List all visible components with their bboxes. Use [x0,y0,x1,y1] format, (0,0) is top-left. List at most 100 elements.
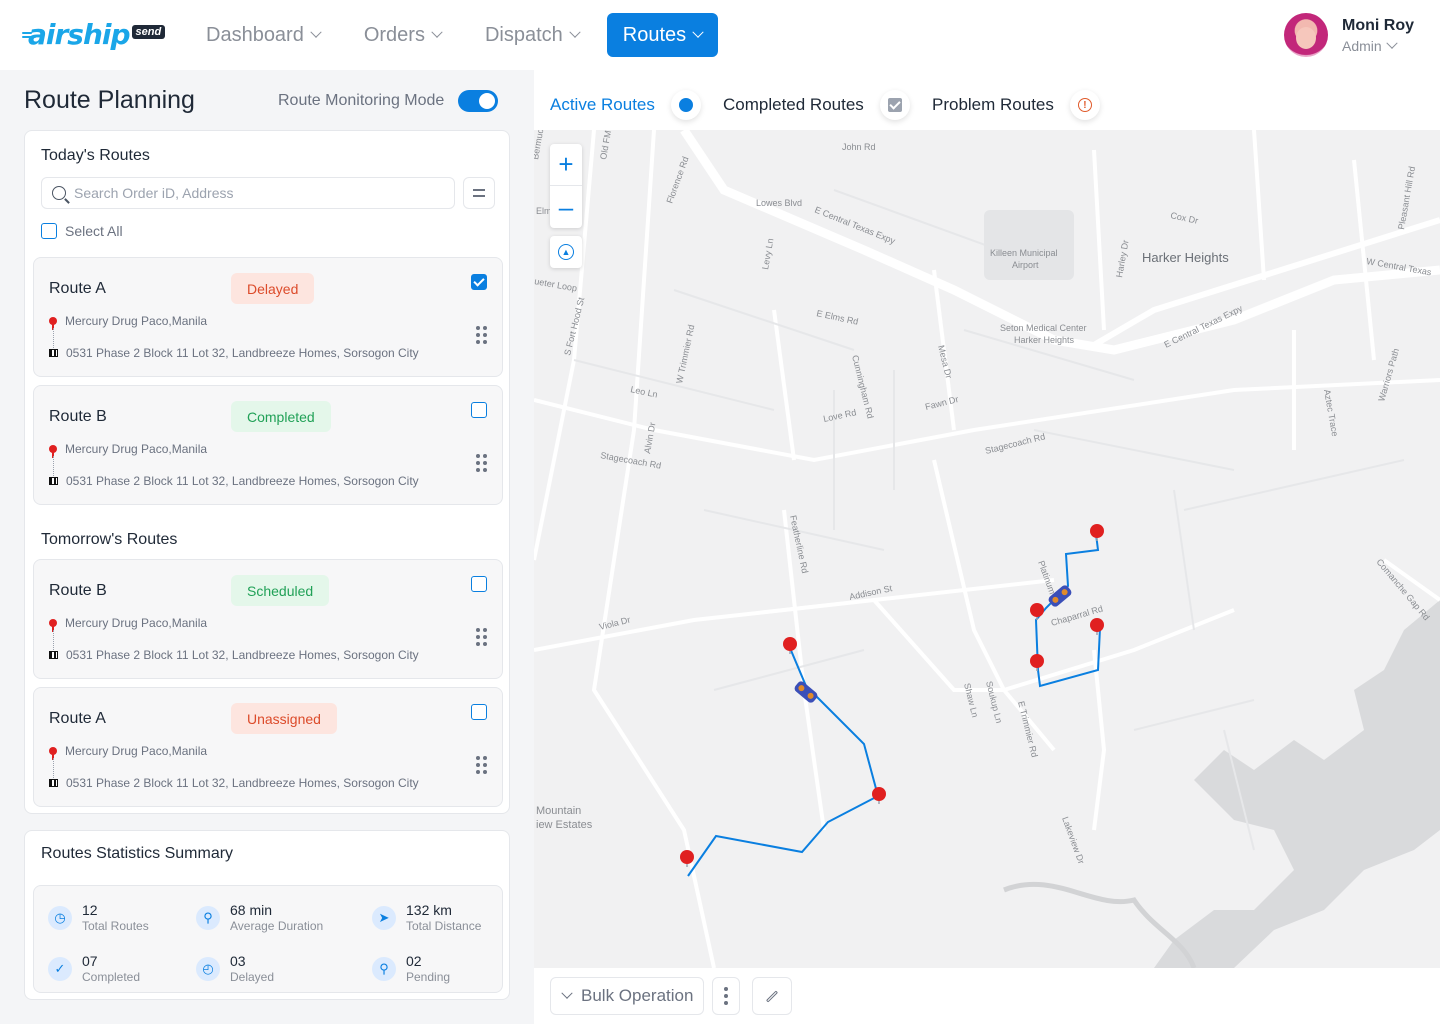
delay-clock-icon: ◴ [196,956,220,981]
stat-value: 07 [82,953,98,969]
select-all[interactable]: Select All [41,223,123,239]
pin-icon [49,619,57,632]
place-label: Harker Heights [1014,335,1075,345]
top-navbar: airship send Dashboard Orders Dispatch R… [0,0,1440,70]
tab-label: Problem Routes [932,95,1054,114]
edit-button[interactable] [752,977,792,1015]
drag-handle-icon[interactable] [476,628,487,646]
place-label: Airport [1012,260,1039,270]
route-monitoring-mode: Route Monitoring Mode [278,90,499,112]
select-all-checkbox[interactable] [41,223,57,239]
chevron-down-icon [569,26,581,38]
tab-active-routes[interactable]: Active Routes [550,90,701,120]
street-label: Leo Ln [630,384,659,400]
stat-delayed: ◴ 03 Delayed [196,953,274,984]
place-label: Mountain [536,805,581,817]
dropoff-text: 0531 Phase 2 Block 11 Lot 32, Landbreeze… [66,776,419,790]
todays-routes-title: Today's Routes [41,147,150,164]
chevron-down-icon [561,987,573,999]
status-badge: Scheduled [231,575,330,606]
stats-title: Routes Statistics Summary [41,845,234,862]
pin-marker-icon [1090,618,1104,635]
street-label: E Central Texas Expy [813,205,897,247]
nav-dashboard-label: Dashboard [206,23,304,46]
route-card[interactable]: Route B Scheduled Mercury Drug Paco,Mani… [33,559,503,679]
street-label: Pleasant Hill Rd [1396,166,1417,231]
stat-value: 68 min [230,902,273,918]
dropoff-text: 0531 Phase 2 Block 11 Lot 32, Landbreeze… [66,474,419,488]
select-all-label: Select All [65,223,123,239]
user-menu[interactable]: Moni Roy Admin [1284,13,1414,57]
filter-button[interactable] [463,177,495,209]
main-nav: Dashboard Orders Dispatch Routes [190,13,719,57]
route-checkbox[interactable] [471,274,487,290]
street-label: John Rd [842,142,876,152]
route-path-a [687,647,880,877]
zoom-controls: + – [550,144,582,228]
warning-icon: ! [1069,90,1100,120]
navigation-arrow-icon: ➤ [372,905,396,930]
airship-logo[interactable]: airship send [22,18,166,51]
more-options-button[interactable] [712,977,740,1015]
drag-handle-icon[interactable] [476,756,487,774]
pickup-location: Mercury Drug Paco,Manila [49,442,207,458]
stat-value: 12 [82,902,98,918]
logo-speed-lines [22,32,36,40]
route-checkbox[interactable] [471,576,487,592]
dropoff-text: 0531 Phase 2 Block 11 Lot 32, Landbreeze… [66,648,419,662]
nav-dashboard[interactable]: Dashboard [190,13,336,57]
street-label: Lakeview Dr [1060,815,1086,865]
tab-problem-routes[interactable]: Problem Routes ! [932,90,1100,120]
tab-completed-routes[interactable]: Completed Routes [723,90,910,120]
user-role[interactable]: Admin [1342,37,1414,54]
avatar[interactable] [1284,13,1328,57]
street-label: Love Rd [822,407,857,424]
route-card[interactable]: Route B Completed Mercury Drug Paco,Mani… [33,385,503,505]
drag-handle-icon[interactable] [476,326,487,344]
route-card[interactable]: Route A Delayed Mercury Drug Paco,Manila… [33,257,503,377]
pin-icon [49,747,57,760]
street-label: ueter Loop [534,276,578,293]
drag-handle-icon[interactable] [476,454,487,472]
stat-total-routes: ◷ 12 Total Routes [48,902,149,933]
nav-routes[interactable]: Routes [606,13,719,57]
route-planning-panel: Route Planning Route Monitoring Mode Tod… [0,70,534,1024]
nav-dispatch[interactable]: Dispatch [469,13,595,57]
tomorrows-routes-title: Tomorrow's Routes [41,531,178,548]
nav-orders[interactable]: Orders [348,13,457,57]
pickup-location: Mercury Drug Paco,Manila [49,744,207,760]
checkered-flag-icon [49,651,58,659]
checkered-flag-icon [49,779,58,787]
pickup-text: Mercury Drug Paco,Manila [65,314,208,328]
map-canvas[interactable]: Harker Heights Killeen Municipal Airport… [534,130,1440,968]
page-title: Route Planning [24,86,195,114]
bottom-toolbar: Bulk Operation [534,968,1440,1024]
route-checkbox[interactable] [471,704,487,720]
status-badge: Unassigned [231,703,337,734]
stat-completed: ✓ 07 Completed [48,953,140,984]
pin-marker-icon [783,637,797,654]
route-name: Route B [49,582,107,599]
street-label: Cox Dr [1170,210,1199,226]
nav-routes-label: Routes [622,23,687,46]
bulk-operation-label: Bulk Operation [581,986,694,1005]
search-input[interactable]: Search Order iD, Address [41,177,455,209]
route-checkbox[interactable] [471,402,487,418]
route-map[interactable]: Harker Heights Killeen Municipal Airport… [534,130,1440,968]
dropoff-text: 0531 Phase 2 Block 11 Lot 32, Landbreeze… [66,346,419,360]
zoom-out-button[interactable]: – [550,186,582,228]
route-card[interactable]: Route A Unassigned Mercury Drug Paco,Man… [33,687,503,807]
locate-button[interactable]: ▲ [550,236,582,268]
monitoring-mode-toggle[interactable] [458,90,499,112]
dropoff-location: 0531 Phase 2 Block 11 Lot 32, Landbreeze… [49,648,419,662]
search-icon [52,186,66,200]
stat-pending: ⚲ 02 Pending [372,953,450,984]
stat-label: Total Routes [82,919,149,933]
zoom-in-button[interactable]: + [550,144,582,186]
place-label: Seton Medical Center [1000,323,1087,333]
bulk-operation-dropdown[interactable]: Bulk Operation [550,977,704,1015]
chevron-down-icon [692,26,704,38]
highway-road [1092,217,1440,348]
route-connector [53,328,54,348]
stat-value: 03 [230,953,246,969]
